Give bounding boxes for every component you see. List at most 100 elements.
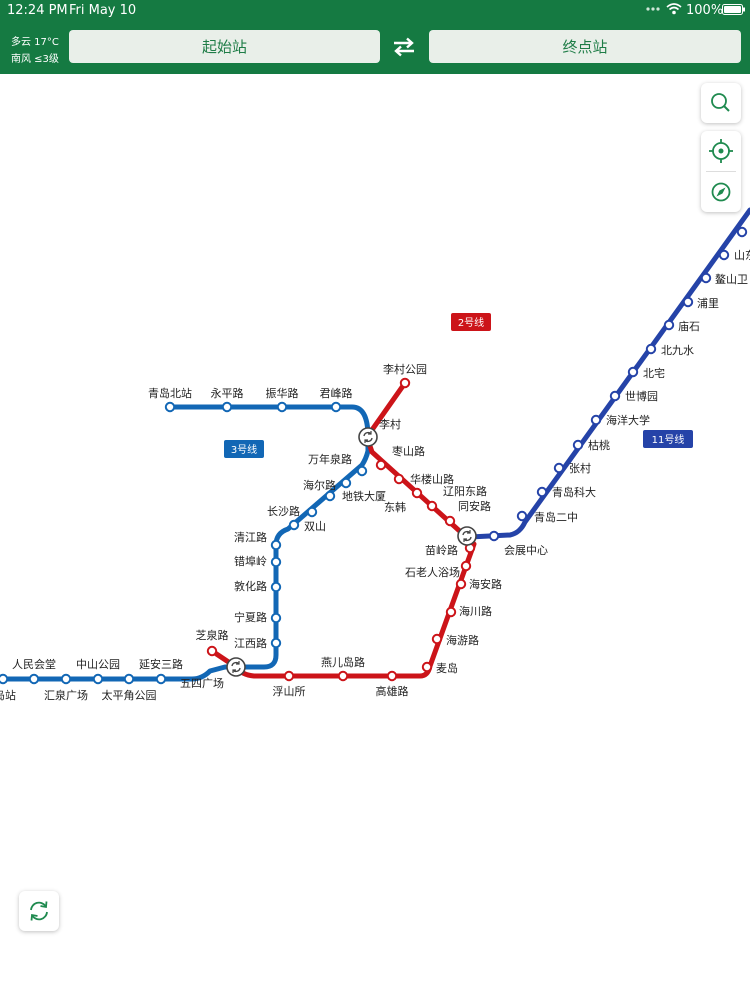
station-label[interactable]: 汇泉广场 [44,688,88,702]
station-label[interactable]: 东韩 [384,500,406,514]
station-dot[interactable] [270,637,282,649]
station-label[interactable]: 北九水 [661,344,694,357]
station-label[interactable]: 北宅 [643,366,665,380]
station-dot[interactable] [28,673,40,685]
station-dot[interactable] [221,401,233,413]
line-badge[interactable]: 11号线 [643,430,693,448]
station-label[interactable]: 庙石 [678,319,700,333]
station-label[interactable]: 辽阳东路 [443,485,487,498]
station-dot[interactable] [155,673,167,685]
station-dot[interactable] [609,390,621,402]
line-badge[interactable]: 2号线 [451,313,491,331]
station-dot[interactable] [270,556,282,568]
station-dot[interactable] [386,670,398,682]
station-label[interactable]: 苗岭路 [425,543,458,557]
station-label[interactable]: 李村 [379,417,401,431]
station-dot[interactable] [445,606,457,618]
station-dot[interactable] [444,515,456,527]
station-label[interactable]: 世博园 [625,390,658,403]
station-dot[interactable] [306,506,318,518]
station-label[interactable]: 燕儿岛路 [321,655,365,669]
station-label[interactable]: 石老人浴场 [405,565,460,579]
swap-icon[interactable] [391,36,417,58]
transfer-icon[interactable] [358,427,378,447]
station-dot-offscreen[interactable] [736,226,748,238]
compass-icon[interactable] [701,172,741,212]
line-badge[interactable]: 3号线 [224,440,264,458]
end-station-button[interactable]: 终点站 [429,30,741,63]
station-label[interactable]: 双山 [304,520,326,533]
station-dot[interactable] [700,272,712,284]
station-label[interactable]: 鳌山卫 [715,272,748,286]
station-dot[interactable] [536,486,548,498]
start-station-button[interactable]: 起始站 [69,30,380,63]
crosshair-icon[interactable] [701,131,741,171]
metro-map[interactable]: 青岛北站 永平路 振华路 君峰路 李村公园李村万年泉路 枣山路海尔路地铁大厦 华楼山路辽阳东… [0,74,750,1000]
station-label[interactable]: 青岛北站 [148,386,192,400]
station-dot[interactable] [421,661,433,673]
station-label[interactable]: 地铁大厦 [342,489,386,503]
search-button[interactable] [701,83,741,123]
station-label[interactable]: 浮山所 [273,685,306,698]
station-label[interactable]: 枯桃 [588,438,610,452]
station-label[interactable]: 江西路 [234,637,267,650]
station-dot[interactable] [0,673,9,685]
station-dot[interactable] [718,249,730,261]
station-dot[interactable] [516,510,528,522]
transfer-icon[interactable] [457,526,477,546]
station-dot[interactable] [399,377,411,389]
station-label[interactable]: 海安路 [469,577,502,591]
station-label[interactable]: 长沙路 [267,505,300,518]
station-label[interactable]: 同安路 [458,499,491,513]
station-label[interactable]: 振华路 [266,386,299,400]
station-label[interactable]: 李村公园 [383,362,427,376]
station-label[interactable]: 麦岛 [436,661,458,675]
station-dot[interactable] [288,519,300,531]
station-dot[interactable] [460,560,472,572]
station-dot[interactable] [455,578,467,590]
station-label[interactable]: 华楼山路 [410,472,454,486]
station-dot[interactable] [375,459,387,471]
station-label[interactable]: 高雄路 [376,684,409,698]
station-dot[interactable] [572,439,584,451]
station-dot[interactable] [682,296,694,308]
station-label[interactable]: 青岛二中 [534,510,578,524]
station-label[interactable]: 敦化路 [234,579,267,593]
station-dot[interactable] [270,612,282,624]
station-label[interactable]: 海洋大学 [606,413,650,427]
station-label[interactable]: 芝泉路 [196,628,229,642]
station-label[interactable]: 海游路 [446,633,479,647]
station-label[interactable]: 五四广场 [180,676,224,690]
station-label[interactable]: 山东 [734,249,750,262]
station-dot[interactable] [123,673,135,685]
station-dot[interactable] [627,366,639,378]
station-dot[interactable] [270,581,282,593]
station-label[interactable]: 错埠岭 [234,554,267,568]
station-label[interactable]: 太平角公园 [102,689,157,702]
station-dot[interactable] [330,401,342,413]
station-label[interactable]: 海川路 [459,604,492,618]
station-dot[interactable] [356,465,368,477]
station-label[interactable]: 中山公园 [76,658,120,671]
station-label[interactable]: 青岛科大 [552,485,596,499]
station-dot[interactable] [276,401,288,413]
station-dot[interactable] [92,673,104,685]
station-dot[interactable] [553,462,565,474]
station-dot[interactable] [324,490,336,502]
station-label[interactable]: 君峰路 [320,387,353,400]
station-label[interactable]: 宁夏路 [234,610,267,624]
station-label[interactable]: 浦里 [697,297,719,310]
station-dot[interactable] [337,670,349,682]
transfer-icon[interactable] [226,657,246,677]
refresh-button[interactable] [19,891,59,931]
station-dot[interactable] [411,487,423,499]
station-dot[interactable] [340,477,352,489]
station-label[interactable]: 清江路 [234,531,267,544]
station-label[interactable]: 人民会堂 [12,658,56,671]
station-dot[interactable] [393,473,405,485]
station-dot[interactable] [431,633,443,645]
station-label[interactable]: 会展中心 [504,544,548,557]
station-dot[interactable] [645,343,657,355]
station-dot[interactable] [590,414,602,426]
station-dot[interactable] [426,500,438,512]
